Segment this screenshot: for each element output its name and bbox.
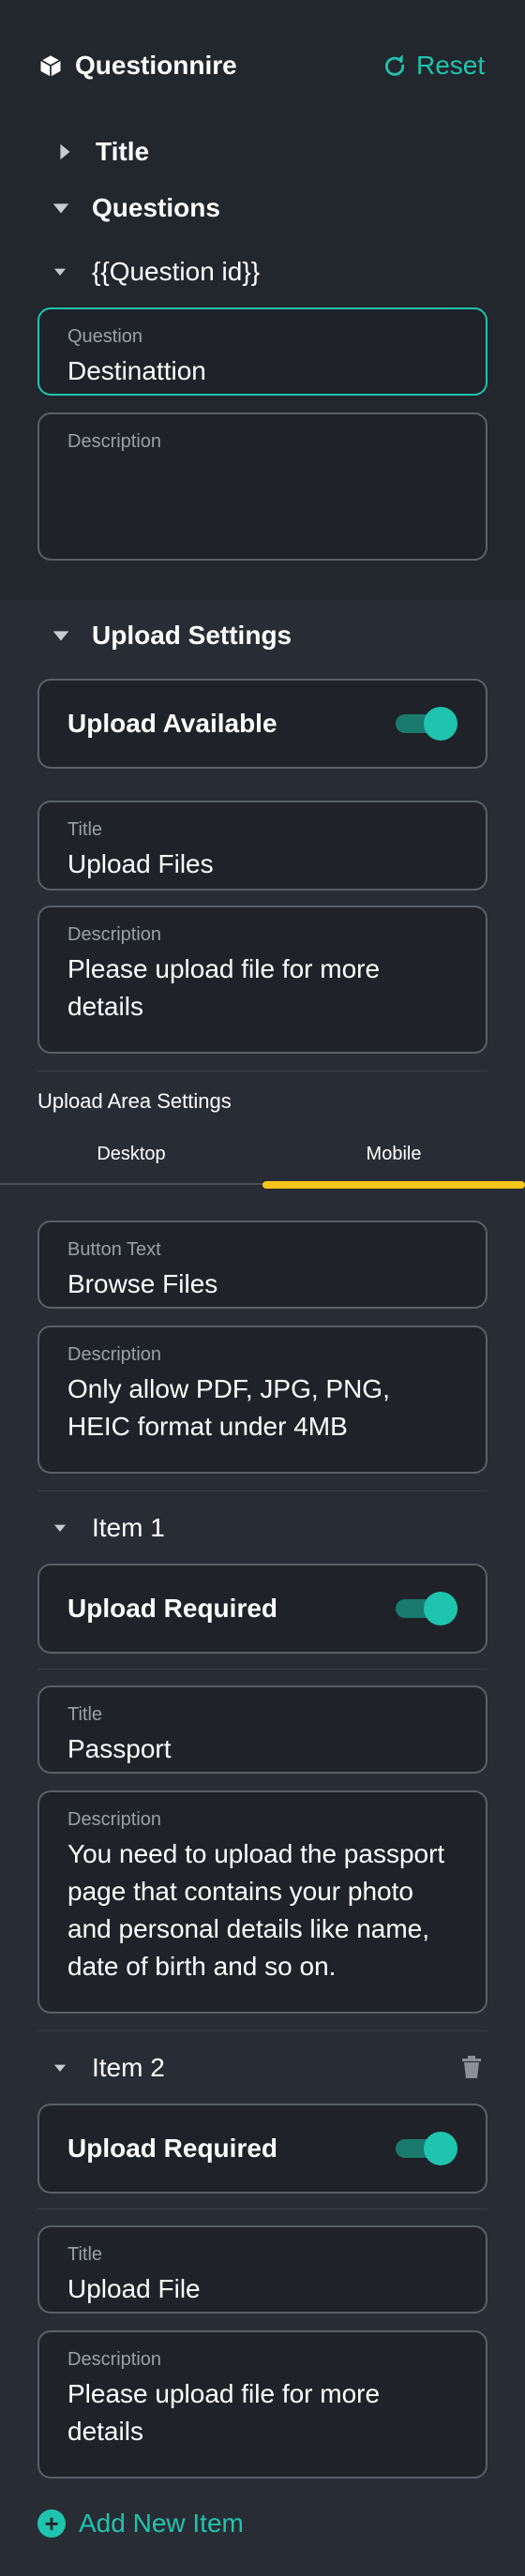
button-text-label: Button Text bbox=[68, 1239, 161, 1260]
item-2-required-card: Upload Required bbox=[38, 2104, 488, 2194]
tab-mobile[interactable]: Mobile bbox=[262, 1123, 525, 1185]
item-1-title-label: Title bbox=[68, 1704, 103, 1725]
upload-available-toggle[interactable] bbox=[396, 707, 458, 741]
item-1-description-field[interactable]: Description You need to upload the passp… bbox=[38, 1790, 488, 2014]
caret-down-icon bbox=[54, 268, 66, 276]
item-1-title-value: Passport bbox=[68, 1734, 172, 1763]
item-1-name: Item 1 bbox=[92, 1513, 165, 1542]
item-1-title-field[interactable]: Title Passport bbox=[38, 1685, 488, 1774]
add-new-item-label: Add New Item bbox=[79, 2509, 244, 2538]
item-2-name: Item 2 bbox=[92, 2053, 165, 2082]
question-field[interactable]: Question Destinattion bbox=[38, 307, 488, 396]
section-questions-label: Questions bbox=[92, 193, 220, 222]
upload-area-heading: Upload Area Settings bbox=[38, 1089, 232, 1113]
divider bbox=[38, 2030, 488, 2031]
refresh-icon bbox=[384, 54, 405, 76]
button-text-field[interactable]: Button Text Browse Files bbox=[38, 1221, 488, 1309]
upload-settings-label: Upload Settings bbox=[92, 621, 292, 650]
tab-active-indicator bbox=[262, 1181, 525, 1189]
item-1-description-label: Description bbox=[68, 1809, 162, 1830]
question-id-label: {{Question id}} bbox=[92, 257, 261, 286]
question-id-toggle[interactable]: {{Question id}} bbox=[52, 255, 260, 289]
upload-area-description-value: Only allow PDF, JPG, PNG, HEIC format un… bbox=[68, 1374, 390, 1441]
item-2-required-label: Upload Required bbox=[68, 2134, 278, 2163]
app-title: Questionnire bbox=[75, 51, 237, 80]
item-2-description-label: Description bbox=[68, 2349, 162, 2370]
upload-area-description-label: Description bbox=[68, 1344, 162, 1365]
item-1-toggle[interactable]: Item 1 bbox=[52, 1511, 165, 1545]
item-2-description-value: Please upload file for more details bbox=[68, 2379, 381, 2446]
question-field-value: Destinattion bbox=[68, 356, 206, 385]
upload-title-value: Upload Files bbox=[68, 849, 214, 878]
button-text-value: Browse Files bbox=[68, 1269, 218, 1298]
divider bbox=[38, 1490, 488, 1491]
upload-title-label: Title bbox=[68, 819, 103, 840]
cube-icon bbox=[38, 53, 63, 77]
reset-button[interactable]: Reset bbox=[382, 49, 485, 82]
question-description-field[interactable]: Description bbox=[38, 412, 488, 561]
upload-area-description-field[interactable]: Description Only allow PDF, JPG, PNG, HE… bbox=[38, 1325, 488, 1474]
trash-icon[interactable] bbox=[461, 2055, 482, 2079]
item-2-required-toggle[interactable] bbox=[396, 2132, 458, 2165]
upload-title-field[interactable]: Title Upload Files bbox=[38, 801, 488, 891]
caret-right-icon bbox=[60, 143, 70, 160]
upload-settings-toggle[interactable]: Upload Settings bbox=[51, 619, 292, 652]
item-2-title-label: Title bbox=[68, 2244, 103, 2265]
caret-down-icon bbox=[54, 1524, 66, 1532]
tab-desktop[interactable]: Desktop bbox=[0, 1123, 262, 1185]
item-2-description-field[interactable]: Description Please upload file for more … bbox=[38, 2330, 488, 2479]
item-2-title-value: Upload File bbox=[68, 2274, 201, 2303]
upload-description-value: Please upload file for more details bbox=[68, 954, 381, 1021]
section-questions-toggle[interactable]: Questions bbox=[51, 191, 220, 225]
upload-available-card: Upload Available bbox=[38, 679, 488, 769]
upload-description-field[interactable]: Description Please upload file for more … bbox=[38, 906, 488, 1054]
upload-area-tabs: Desktop Mobile bbox=[0, 1123, 525, 1189]
item-2-title-field[interactable]: Title Upload File bbox=[38, 2225, 488, 2314]
section-title-label: Title bbox=[96, 137, 150, 166]
item-1-description-value: You need to upload the passport page tha… bbox=[68, 1839, 445, 1981]
plus-circle-icon: + bbox=[38, 2509, 66, 2538]
add-new-item-button[interactable]: + Add New Item bbox=[38, 2509, 244, 2539]
item-1-required-toggle[interactable] bbox=[396, 1592, 458, 1625]
upload-description-label: Description bbox=[68, 924, 162, 945]
reset-label: Reset bbox=[416, 51, 486, 80]
divider bbox=[38, 1669, 488, 1670]
caret-down-icon bbox=[52, 631, 69, 641]
upload-available-label: Upload Available bbox=[68, 709, 278, 738]
caret-down-icon bbox=[54, 2064, 66, 2072]
question-description-label: Description bbox=[68, 431, 162, 452]
section-title-toggle[interactable]: Title bbox=[54, 135, 149, 169]
item-1-required-label: Upload Required bbox=[68, 1594, 278, 1623]
item-1-required-card: Upload Required bbox=[38, 1564, 488, 1654]
question-field-label: Question bbox=[68, 326, 143, 347]
caret-down-icon bbox=[52, 203, 69, 214]
item-2-toggle[interactable]: Item 2 bbox=[52, 2051, 165, 2085]
